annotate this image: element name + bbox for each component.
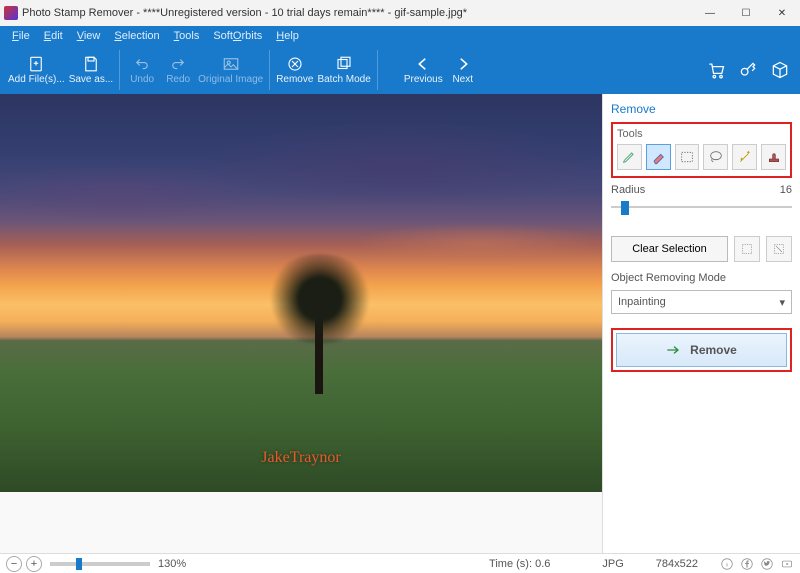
- panel-tab-remove[interactable]: Remove: [611, 100, 792, 122]
- menu-softorbits[interactable]: SoftOrbits: [207, 28, 268, 44]
- titlebar: Photo Stamp Remover - ****Unregistered v…: [0, 0, 800, 26]
- stamp-icon: [766, 149, 782, 165]
- status-dimensions: 784x522: [656, 558, 698, 570]
- menu-view[interactable]: View: [71, 28, 107, 44]
- mode-label: Object Removing Mode: [611, 272, 792, 284]
- tools-label: Tools: [617, 128, 786, 140]
- tool-eraser[interactable]: [646, 144, 671, 170]
- redo-icon: [169, 55, 187, 73]
- select-region-button[interactable]: [734, 236, 760, 262]
- undo-icon: [133, 55, 151, 73]
- clear-selection-button[interactable]: Clear Selection: [611, 236, 728, 262]
- tool-lasso[interactable]: [703, 144, 728, 170]
- remove-icon: [286, 55, 304, 73]
- arrow-left-icon: [414, 55, 432, 73]
- original-image-button[interactable]: Original Image: [196, 48, 265, 92]
- menu-tools[interactable]: Tools: [168, 28, 206, 44]
- remove-button-highlight: Remove: [611, 328, 792, 372]
- minimize-button[interactable]: —: [692, 0, 728, 26]
- previous-button[interactable]: Previous: [402, 48, 445, 92]
- rectangle-select-icon: [679, 149, 695, 165]
- chevron-down-icon: ▾: [779, 296, 785, 309]
- batch-icon: [335, 55, 353, 73]
- zoom-out-button[interactable]: −: [6, 556, 22, 572]
- menu-help[interactable]: Help: [270, 28, 305, 44]
- save-icon: [82, 55, 100, 73]
- arrow-go-icon: [666, 344, 682, 356]
- magic-wand-icon: [737, 149, 753, 165]
- select-region-icon: [740, 242, 754, 256]
- menubar: File Edit View Selection Tools SoftOrbit…: [0, 26, 800, 46]
- radius-value: 16: [780, 184, 792, 196]
- close-button[interactable]: ✕: [764, 0, 800, 26]
- workspace: JakeTraynor Remove Tools Radius 16 Clear…: [0, 94, 800, 553]
- zoom-value: 130%: [158, 558, 186, 570]
- youtube-icon[interactable]: [780, 557, 794, 571]
- lasso-icon: [708, 149, 724, 165]
- zoom-in-button[interactable]: +: [26, 556, 42, 572]
- info-icon[interactable]: [720, 557, 734, 571]
- remove-action-button[interactable]: Remove: [616, 333, 787, 367]
- deselect-region-icon: [772, 242, 786, 256]
- cube-icon[interactable]: [770, 60, 790, 80]
- batch-mode-button[interactable]: Batch Mode: [315, 48, 372, 92]
- add-file-icon: [27, 55, 45, 73]
- mode-select[interactable]: Inpainting ▾: [611, 290, 792, 314]
- save-as-button[interactable]: Save as...: [67, 48, 115, 92]
- add-files-button[interactable]: Add File(s)...: [6, 48, 67, 92]
- mode-value: Inpainting: [618, 296, 666, 308]
- menu-file[interactable]: File: [6, 28, 36, 44]
- redo-button[interactable]: Redo: [160, 48, 196, 92]
- twitter-icon[interactable]: [760, 557, 774, 571]
- menu-edit[interactable]: Edit: [38, 28, 69, 44]
- zoom-slider[interactable]: [50, 562, 150, 566]
- statusbar: − + 130% Time (s): 0.6 JPG 784x522: [0, 553, 800, 573]
- next-button[interactable]: Next: [445, 48, 481, 92]
- remove-button-toolbar[interactable]: Remove: [274, 48, 315, 92]
- tool-rectangle-select[interactable]: [675, 144, 700, 170]
- toolbar-right: [706, 60, 790, 80]
- status-icons: [720, 557, 794, 571]
- radius-row: Radius 16: [611, 184, 792, 196]
- app-icon: [4, 6, 18, 20]
- window-title: Photo Stamp Remover - ****Unregistered v…: [22, 7, 467, 19]
- side-panel: Remove Tools Radius 16 Clear Selection: [602, 94, 800, 553]
- canvas-image[interactable]: JakeTraynor: [0, 94, 602, 492]
- tool-pencil[interactable]: [617, 144, 642, 170]
- maximize-button[interactable]: ☐: [728, 0, 764, 26]
- pencil-icon: [621, 149, 637, 165]
- image-icon: [222, 55, 240, 73]
- window-controls: — ☐ ✕: [692, 0, 800, 26]
- tools-section: Tools: [611, 122, 792, 178]
- watermark-text: JakeTraynor: [261, 449, 340, 467]
- radius-label: Radius: [611, 184, 645, 196]
- key-icon[interactable]: [738, 60, 758, 80]
- radius-slider[interactable]: [611, 198, 792, 216]
- zoom-controls: − + 130%: [6, 556, 186, 572]
- status-time: Time (s): 0.6: [489, 558, 550, 570]
- canvas-area: JakeTraynor: [0, 94, 602, 553]
- eraser-icon: [650, 149, 666, 165]
- tool-magic-wand[interactable]: [732, 144, 757, 170]
- arrow-right-icon: [454, 55, 472, 73]
- cart-icon[interactable]: [706, 60, 726, 80]
- tool-clone-stamp[interactable]: [761, 144, 786, 170]
- undo-button[interactable]: Undo: [124, 48, 160, 92]
- deselect-region-button[interactable]: [766, 236, 792, 262]
- status-format: JPG: [602, 558, 623, 570]
- facebook-icon[interactable]: [740, 557, 754, 571]
- toolbar: Add File(s)... Save as... Undo Redo Orig…: [0, 46, 800, 94]
- menu-selection[interactable]: Selection: [108, 28, 165, 44]
